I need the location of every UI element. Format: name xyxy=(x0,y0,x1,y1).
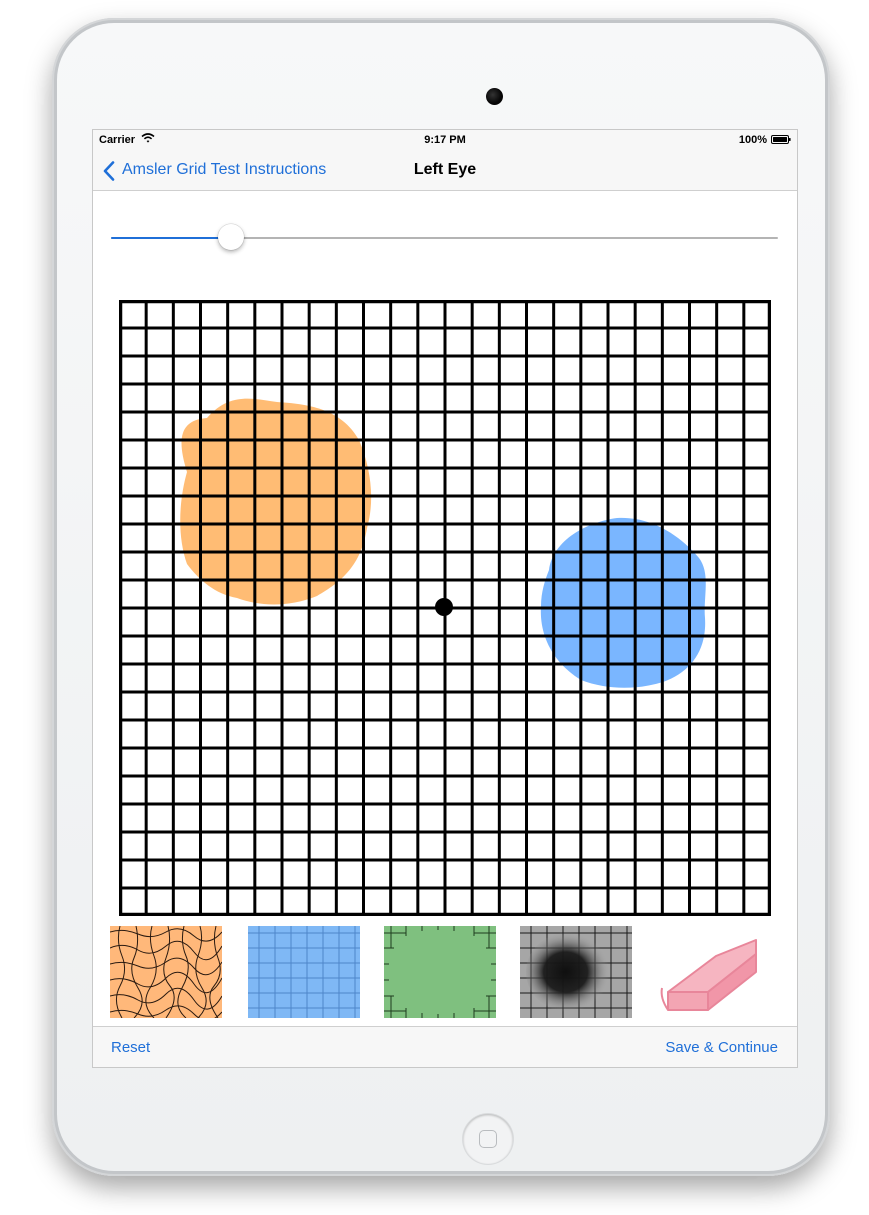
navigation-bar: Amsler Grid Test Instructions Left Eye xyxy=(93,150,797,191)
eraser-icon xyxy=(660,939,757,1011)
front-camera xyxy=(486,88,503,105)
app-screen: Carrier 9:17 PM 100% Amsler Grid Test In… xyxy=(92,129,798,1068)
green-faded-grid-icon xyxy=(384,926,496,1018)
page-title: Left Eye xyxy=(413,161,477,178)
save-continue-button[interactable]: Save & Continue xyxy=(665,1039,778,1056)
status-bar: Carrier 9:17 PM 100% xyxy=(93,130,797,150)
reset-button[interactable]: Reset xyxy=(111,1039,150,1056)
home-square-icon xyxy=(479,1130,497,1148)
blurry-marking xyxy=(540,517,706,688)
wavy-lines-tool[interactable] xyxy=(110,926,222,1018)
home-button[interactable] xyxy=(463,1114,513,1164)
eraser-tool[interactable] xyxy=(656,926,768,1018)
status-time: 9:17 PM xyxy=(424,134,466,146)
center-fixation-dot xyxy=(435,598,453,616)
tool-palette xyxy=(93,926,797,1022)
battery-icon xyxy=(771,135,791,144)
missing-area-tool[interactable] xyxy=(384,926,496,1018)
bottom-toolbar: Reset Save & Continue xyxy=(93,1026,797,1067)
battery-percentage: 100% xyxy=(738,134,767,146)
slider-fill xyxy=(111,237,232,239)
dark-spot-icon xyxy=(520,926,632,1018)
amsler-grid[interactable] xyxy=(119,300,771,916)
blurry-tool[interactable] xyxy=(248,926,360,1018)
wavy-grid-icon xyxy=(110,926,222,1018)
dark-spot-tool[interactable] xyxy=(520,926,632,1018)
wavy-lines-marking xyxy=(180,398,372,605)
grid-size-slider[interactable] xyxy=(111,224,778,252)
slider-thumb[interactable] xyxy=(218,224,245,250)
blue-grid-icon xyxy=(248,926,360,1018)
